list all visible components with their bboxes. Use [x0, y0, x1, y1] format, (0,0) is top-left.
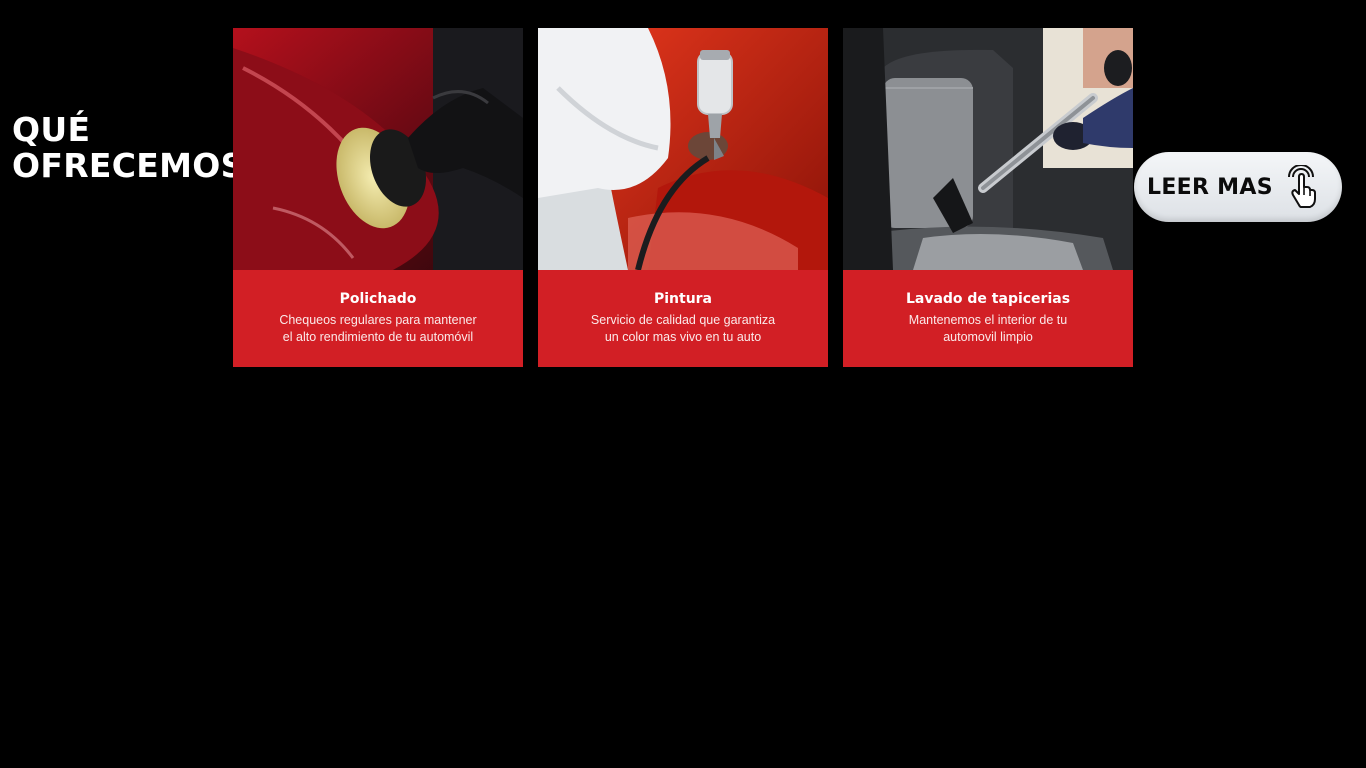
card-description: Mantenemos el interior de tu automovil l…	[873, 312, 1103, 346]
card-description: Servicio de calidad que garantiza un col…	[568, 312, 798, 346]
heading-line-2: OFRECEMOS	[12, 146, 245, 185]
heading-line-1: QUÉ	[12, 110, 91, 149]
service-card-lavado-tapicerias[interactable]: Lavado de tapicerias Mantenemos el inter…	[843, 28, 1133, 367]
read-more-label: LEER MAS	[1147, 174, 1273, 200]
pointer-tap-icon	[1285, 164, 1319, 209]
card-body: Polichado Chequeos regulares para manten…	[233, 270, 523, 367]
card-description-line: Servicio de calidad que garantiza	[590, 313, 776, 327]
card-description-line: Mantenemos el interior de tu	[908, 313, 1068, 327]
card-title: Pintura	[653, 291, 713, 307]
read-more-button[interactable]: LEER MAS	[1134, 152, 1342, 222]
card-description-line: Chequeos regulares para mantener	[279, 313, 477, 327]
car-polishing-photo	[233, 28, 523, 270]
card-description-line: un color mas vivo en tu auto	[604, 330, 762, 344]
section-heading: QUÉ OFRECEMOS	[12, 110, 245, 185]
card-description-line: automovil limpio	[943, 330, 1033, 344]
card-body: Pintura Servicio de calidad que garantiz…	[538, 270, 828, 367]
services-page: QUÉ OFRECEMOS Polichado Chequeos regular…	[0, 0, 1366, 768]
service-card-polichado[interactable]: Polichado Chequeos regulares para manten…	[233, 28, 523, 367]
upholstery-cleaning-photo	[843, 28, 1133, 270]
card-description: Chequeos regulares para mantener el alto…	[263, 312, 493, 346]
card-title: Polichado	[339, 291, 417, 307]
card-description-line: el alto rendimiento de tu automóvil	[282, 330, 474, 344]
service-card-pintura[interactable]: Pintura Servicio de calidad que garantiz…	[538, 28, 828, 367]
card-body: Lavado de tapicerias Mantenemos el inter…	[843, 270, 1133, 367]
spray-painting-photo	[538, 28, 828, 270]
card-title: Lavado de tapicerias	[905, 291, 1071, 307]
